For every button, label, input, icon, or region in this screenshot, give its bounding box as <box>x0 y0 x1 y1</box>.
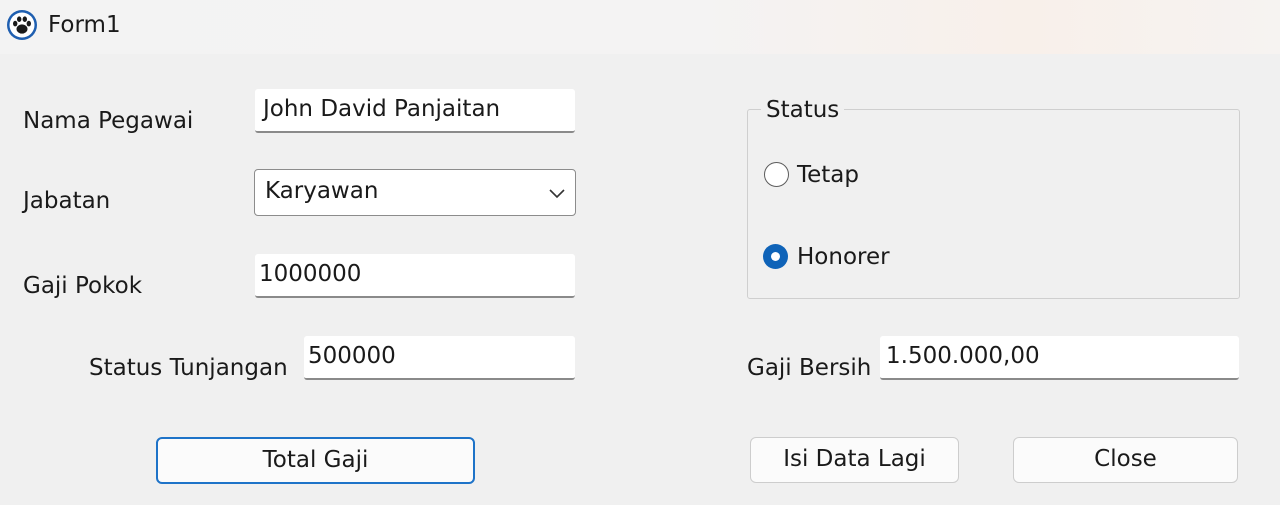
close-button[interactable]: Close <box>1013 437 1238 483</box>
status-tunjangan-input[interactable]: 500000 <box>304 336 575 380</box>
radio-honorer-label[interactable]: Honorer <box>797 243 890 271</box>
status-tunjangan-value: 500000 <box>308 343 396 369</box>
gaji-pokok-value: 1000000 <box>259 261 362 287</box>
radio-tetap-label[interactable]: Tetap <box>797 161 859 189</box>
gaji-pokok-label: Gaji Pokok <box>23 273 143 299</box>
nama-pegawai-input[interactable]: John David Panjaitan <box>255 89 575 133</box>
isi-data-lagi-button[interactable]: Isi Data Lagi <box>750 437 959 483</box>
gaji-bersih-output[interactable]: 1.500.000,00 <box>880 336 1239 380</box>
jabatan-dropdown[interactable]: Karyawan <box>254 169 576 216</box>
radio-tetap[interactable] <box>764 162 789 187</box>
gaji-bersih-label: Gaji Bersih <box>747 355 872 381</box>
title-bar[interactable]: Form1 <box>0 0 1280 54</box>
gaji-pokok-input[interactable]: 1000000 <box>255 254 575 298</box>
status-group-title: Status <box>761 96 845 124</box>
window-title: Form1 <box>48 12 121 38</box>
total-gaji-button[interactable]: Total Gaji <box>156 437 475 484</box>
radio-honorer[interactable] <box>763 244 788 269</box>
jabatan-selected-value: Karyawan <box>265 178 379 204</box>
nama-pegawai-value: John David Panjaitan <box>263 96 501 122</box>
nama-pegawai-label: Nama Pegawai <box>23 108 194 134</box>
jabatan-label: Jabatan <box>23 188 111 214</box>
chevron-down-icon[interactable] <box>547 183 567 203</box>
gaji-bersih-value: 1.500.000,00 <box>886 343 1040 369</box>
paw-print-icon <box>7 10 37 40</box>
status-tunjangan-label: Status Tunjangan <box>89 355 288 381</box>
